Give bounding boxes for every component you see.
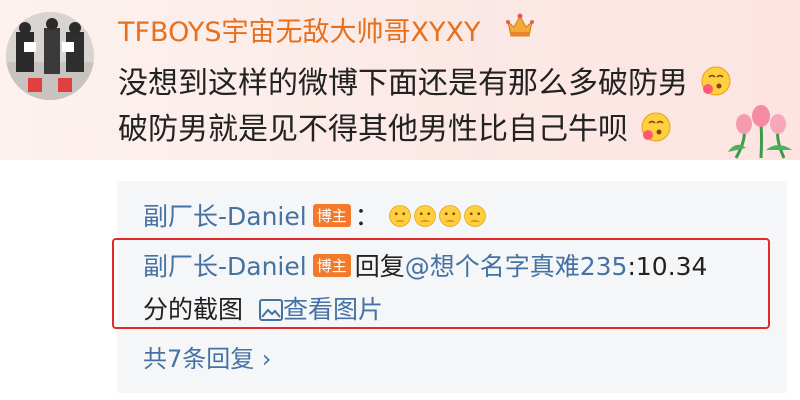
tulip-decoration-icon [728, 105, 792, 159]
face-emoji-icon [463, 205, 486, 227]
crown-icon [506, 13, 534, 37]
post-card: TFBOYS宇宙无敌大帅哥XYXY 没想到这样的微博下面还是有那么多破防男 破防… [0, 0, 800, 160]
reply-author[interactable]: 副厂长-Daniel [143, 202, 307, 231]
face-emoji-icon [438, 205, 461, 227]
face-emoji-icon [388, 205, 411, 227]
reply-row-1: 副厂长-Daniel 博主： [143, 197, 488, 233]
face-emoji-icon [641, 112, 671, 142]
post-text-line-2: 破防男就是见不得其他男性比自己牛呗 [118, 104, 672, 148]
post-username[interactable]: TFBOYS宇宙无敌大帅哥XYXY [118, 10, 480, 49]
blogger-badge: 博主 [312, 204, 351, 227]
highlight-box [112, 238, 770, 329]
face-emoji-icon [413, 205, 436, 227]
face-emoji-icon [701, 66, 731, 96]
more-replies-link[interactable]: 共7条回复 › [143, 339, 272, 374]
post-text-line-1: 没想到这样的微博下面还是有那么多破防男 [118, 58, 732, 102]
avatar[interactable] [6, 12, 94, 100]
